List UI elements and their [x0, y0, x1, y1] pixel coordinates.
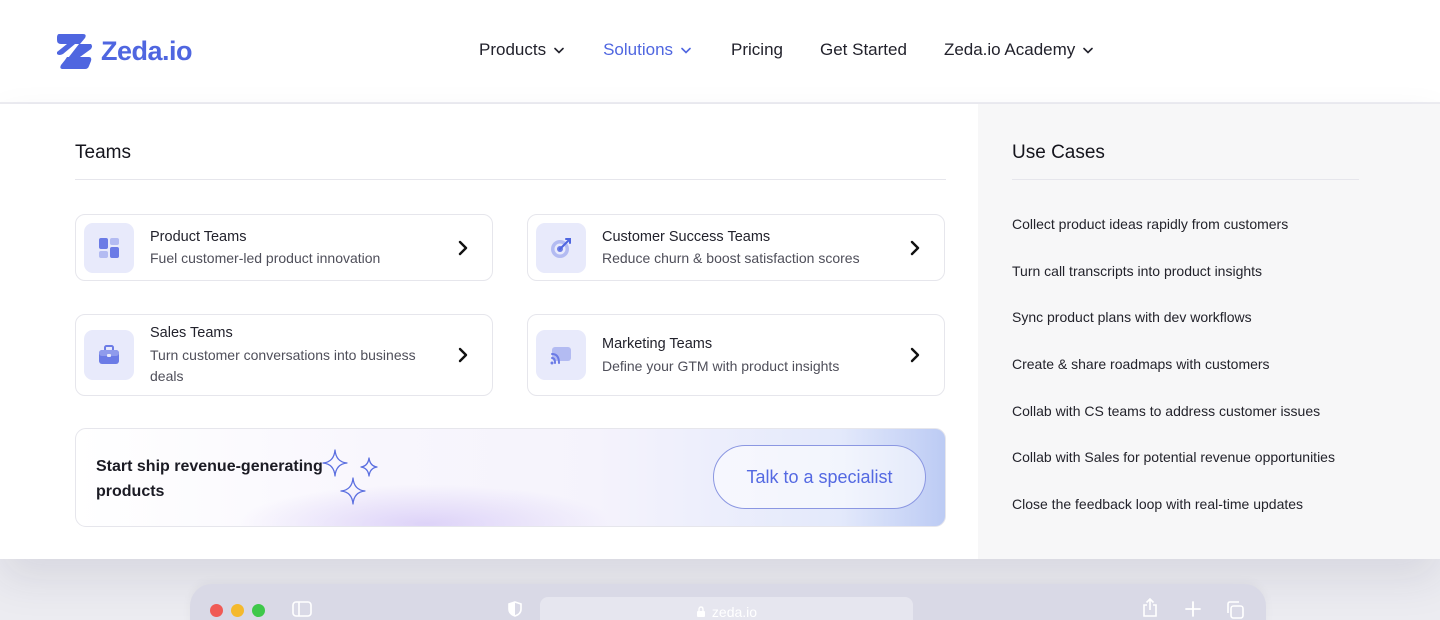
team-card-marketing[interactable]: Marketing Teams Define your GTM with pro…	[527, 314, 945, 396]
window-close-dot	[210, 604, 223, 617]
solutions-dropdown: Teams Product Teams Fuel customer-led pr…	[0, 104, 1440, 559]
card-description: Reduce churn & boost satisfaction scores	[602, 250, 860, 266]
nav-item-label: Get Started	[820, 40, 907, 59]
team-card-customer-success[interactable]: Customer Success Teams Reduce churn & bo…	[527, 214, 945, 281]
nav-item-products[interactable]: Products	[479, 40, 564, 60]
nav-item-academy[interactable]: Zeda.io Academy	[943, 40, 1094, 60]
browser-mockup: zeda.io	[190, 584, 1266, 620]
card-description: Define your GTM with product insights	[602, 358, 840, 374]
nav-item-solutions[interactable]: Solutions	[603, 40, 691, 60]
talk-to-specialist-button[interactable]: Talk to a specialist	[713, 445, 926, 509]
zeda-logo-icon	[57, 34, 92, 69]
teams-heading: Teams	[75, 142, 131, 163]
use-case-link[interactable]: Turn call transcripts into product insig…	[1012, 263, 1262, 279]
use-case-link[interactable]: Sync product plans with dev workflows	[1012, 309, 1252, 325]
card-title: Sales Teams	[150, 325, 233, 341]
chevron-right-icon	[910, 347, 920, 363]
use-cases-panel	[978, 104, 1440, 559]
team-card-product[interactable]: Product Teams Fuel customer-led product …	[75, 214, 493, 281]
share-icon	[1143, 598, 1157, 617]
main-nav: Products Solutions Pricing Get Started Z…	[479, 40, 1094, 60]
chevron-down-icon	[681, 47, 691, 54]
divider	[75, 179, 946, 180]
nav-item-label: Zeda.io Academy	[943, 40, 1076, 59]
chevron-down-icon	[554, 47, 564, 54]
cta-text: Start ship revenue-generating products	[96, 458, 323, 500]
broadcast-icon	[536, 330, 586, 380]
card-description: Fuel customer-led product innovation	[150, 250, 381, 266]
use-case-link[interactable]: Close the feedback loop with real-time u…	[1012, 496, 1303, 512]
chevron-right-icon	[458, 347, 468, 363]
briefcase-icon	[84, 330, 134, 380]
brand-name: Zeda.io	[101, 35, 193, 66]
lock-icon	[696, 606, 705, 617]
chevron-right-icon	[458, 240, 468, 256]
divider	[1012, 179, 1359, 180]
chevron-down-icon	[1083, 47, 1094, 54]
target-icon	[536, 223, 586, 273]
nav-item-get-started[interactable]: Get Started	[820, 40, 907, 60]
cta-banner: Start ship revenue-generating products T…	[75, 428, 946, 527]
dashboard-icon	[84, 223, 134, 273]
card-description: Turn customer conversations into busines…	[150, 347, 416, 384]
tabs-icon	[1227, 601, 1244, 619]
use-cases-heading: Use Cases	[1012, 142, 1105, 163]
use-case-link[interactable]: Create & share roadmaps with customers	[1012, 356, 1270, 372]
url-text: zeda.io	[711, 604, 758, 620]
use-case-link[interactable]: Collect product ideas rapidly from custo…	[1012, 216, 1288, 232]
sidebar-icon	[292, 601, 312, 617]
team-card-sales[interactable]: Sales Teams Turn customer conversations …	[75, 314, 493, 396]
use-case-link[interactable]: Collab with Sales for potential revenue …	[1012, 449, 1335, 465]
window-maximize-dot	[252, 604, 265, 617]
card-title: Product Teams	[150, 229, 247, 245]
sparkles-icon	[322, 449, 378, 505]
brand-logo[interactable]: Zeda.io	[53, 30, 193, 72]
nav-item-label: Solutions	[603, 40, 674, 59]
window-minimize-dot	[231, 604, 244, 617]
plus-icon	[1185, 601, 1201, 617]
nav-item-label: Pricing	[731, 40, 783, 59]
use-case-link[interactable]: Collab with CS teams to address customer…	[1012, 403, 1320, 419]
teams-panel: Teams Product Teams Fuel customer-led pr…	[0, 104, 978, 559]
nav-item-label: Products	[479, 40, 547, 59]
card-title: Customer Success Teams	[602, 229, 771, 245]
shield-icon	[508, 601, 522, 617]
nav-item-pricing[interactable]: Pricing	[731, 40, 783, 60]
address-bar[interactable]: zeda.io	[540, 597, 913, 620]
site-header: Zeda.io Products Solutions Pricing Get S…	[0, 0, 1440, 103]
chevron-right-icon	[910, 240, 920, 256]
card-title: Marketing Teams	[602, 336, 713, 352]
